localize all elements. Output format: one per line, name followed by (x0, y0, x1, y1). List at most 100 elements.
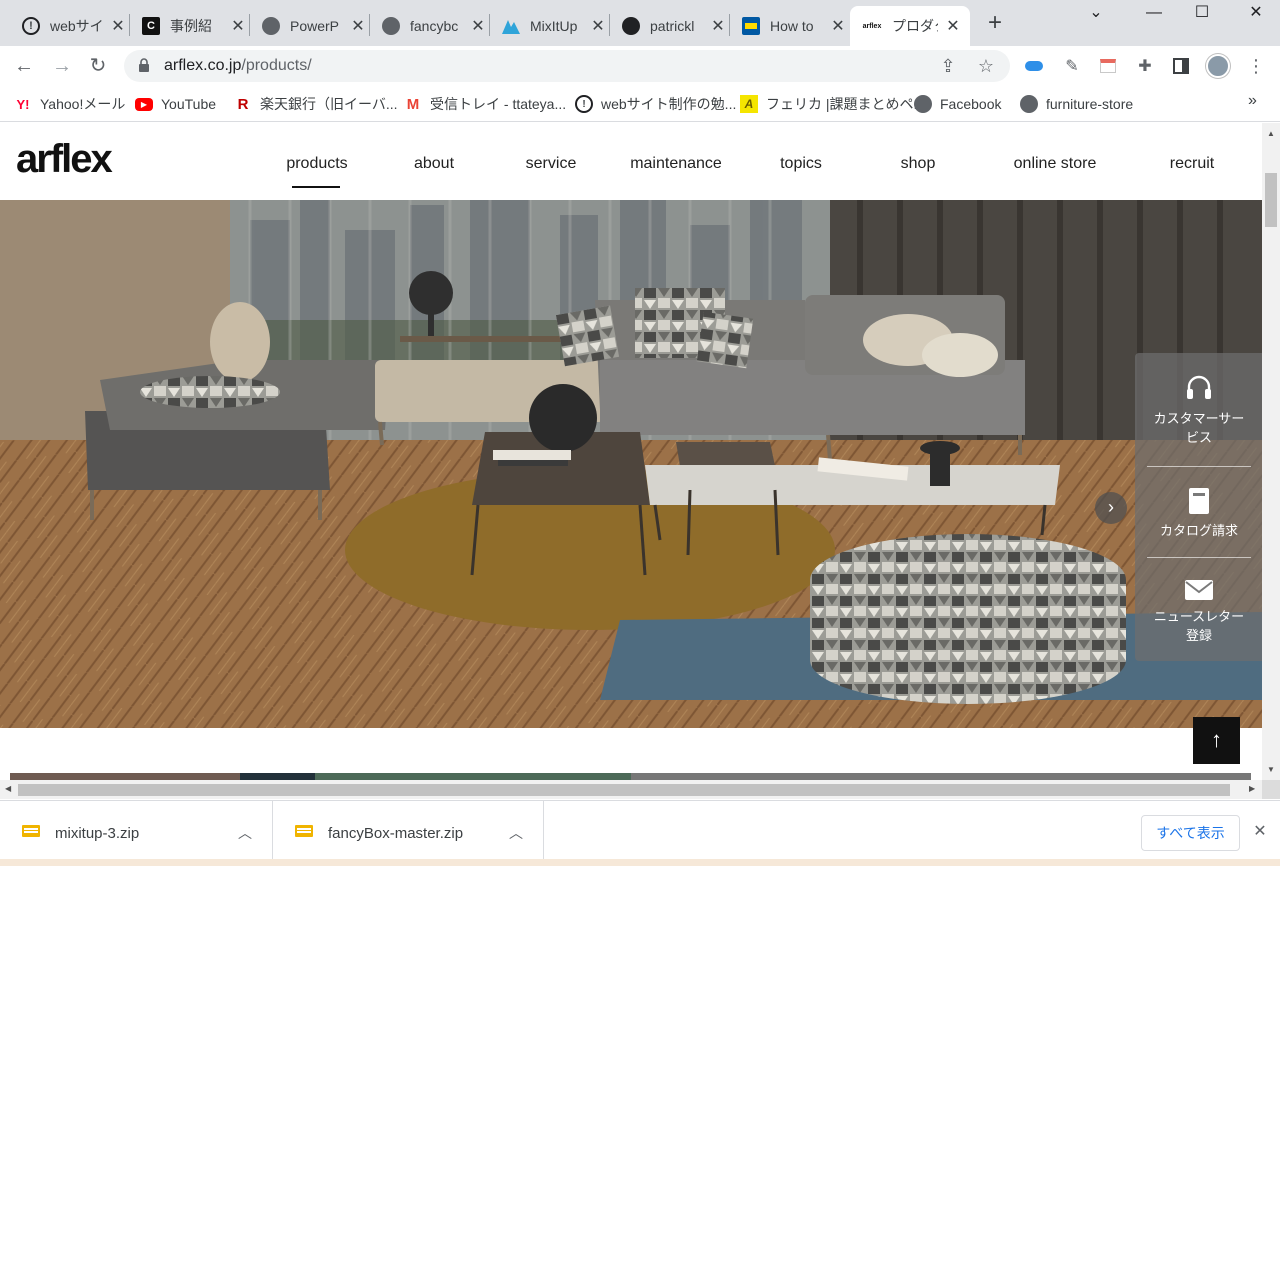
tab-ikea[interactable]: How to ✕ (730, 6, 856, 46)
gmail-icon: M (406, 95, 420, 113)
tab-products-active[interactable]: arflex プロダク ✕ (850, 6, 970, 46)
calendar-extension-icon[interactable] (1096, 54, 1120, 78)
tab-title: patrickl (650, 18, 695, 34)
download-item[interactable]: mixitup-3.zip ︿ (0, 801, 273, 859)
nav-shop[interactable]: shop (901, 155, 936, 173)
icloud-icon[interactable] (1022, 54, 1046, 78)
catalog-request-link[interactable]: カタログ請求 (1135, 487, 1263, 540)
bookmark-label: フェリカ |課題まとめペ... (766, 96, 926, 112)
bookmark-label: furniture-store (1046, 96, 1134, 112)
close-icon[interactable]: ✕ (590, 16, 606, 36)
address-bar[interactable]: arflex.co.jp/products/ ⇪ ☆ (124, 50, 1010, 82)
c-favicon: C (142, 17, 160, 35)
scroll-right-arrow-icon[interactable]: ▶ (1249, 784, 1255, 793)
web-favicon: ! (22, 17, 40, 35)
tab-case-study[interactable]: C 事例紹 ✕ (130, 6, 256, 46)
minimize-button[interactable]: — (1134, 0, 1174, 28)
nav-recruit[interactable]: recruit (1170, 155, 1214, 173)
horizontal-scrollbar[interactable]: ◀ ▶ (0, 780, 1262, 799)
nav-maintenance[interactable]: maintenance (630, 155, 722, 173)
bookmark-felica[interactable]: A フェリカ |課題まとめペ... (740, 94, 925, 114)
forward-button[interactable]: → (48, 52, 76, 80)
tab-web[interactable]: ! webサイ ✕ (10, 6, 136, 46)
bookmark-furniture-store[interactable]: furniture-store (1020, 94, 1133, 114)
bookmark-star-icon[interactable]: ☆ (976, 56, 996, 76)
vertical-scroll-thumb[interactable] (1265, 173, 1277, 227)
close-icon[interactable]: ✕ (830, 16, 846, 36)
bookmark-rakuten[interactable]: R 楽天銀行（旧イーバ... (234, 94, 398, 114)
floating-contact-panel: カスタマーサービス カタログ請求 ニュースレター登録 (1135, 353, 1263, 661)
bookmarks-overflow-button[interactable]: » (1248, 92, 1257, 110)
globe-icon (382, 17, 400, 35)
tab-search-icon[interactable]: ⌄ (1076, 0, 1116, 28)
tab-powerpoint[interactable]: PowerP ✕ (250, 6, 376, 46)
thumbnail-3[interactable] (315, 773, 631, 780)
profile-avatar[interactable] (1206, 54, 1230, 78)
youtube-icon: ▶ (135, 97, 153, 111)
bookmark-facebook[interactable]: Facebook (914, 94, 1001, 114)
globe-icon (262, 17, 280, 35)
scrollbar-corner (1262, 780, 1280, 799)
tab-github[interactable]: patrickl ✕ (610, 6, 736, 46)
horizontal-scroll-thumb[interactable] (18, 784, 1230, 796)
extensions-puzzle-icon[interactable]: ✚ (1133, 54, 1157, 78)
nav-products[interactable]: products (286, 155, 347, 173)
thumbnail-1[interactable] (10, 773, 240, 780)
newsletter-link[interactable]: ニュースレター登録 (1135, 579, 1263, 645)
nav-about[interactable]: about (414, 155, 454, 173)
tab-title: 事例紹 (170, 18, 212, 34)
show-all-downloads-button[interactable]: すべて表示 (1141, 815, 1240, 851)
close-icon[interactable]: ✕ (710, 16, 726, 36)
window-close-button[interactable]: ✕ (1236, 0, 1276, 28)
nav-online-store[interactable]: online store (1014, 155, 1097, 173)
scroll-left-arrow-icon[interactable]: ◀ (5, 784, 11, 793)
tab-mixitup[interactable]: MixItUp ✕ (490, 6, 616, 46)
close-icon[interactable]: ✕ (470, 16, 486, 36)
menu-kebab-icon[interactable]: ⋮ (1244, 54, 1268, 78)
bookmark-gmail[interactable]: M 受信トレイ - ttateya... (404, 94, 566, 114)
hero-slider-image (0, 200, 1262, 728)
customer-service-link[interactable]: カスタマーサービス (1135, 373, 1263, 447)
share-icon[interactable]: ⇪ (938, 56, 958, 76)
site-logo[interactable]: arflex (16, 137, 113, 182)
thumbnail-2[interactable] (240, 773, 315, 780)
vertical-scrollbar[interactable]: ▲ ▼ (1262, 123, 1280, 780)
back-button[interactable]: ← (10, 52, 38, 80)
tab-fancybox[interactable]: fancybc ✕ (370, 6, 496, 46)
reload-button[interactable]: ↻ (84, 52, 112, 80)
site-header: arflex products about service maintenanc… (0, 123, 1262, 200)
yahoo-icon: Y! (16, 96, 30, 112)
bookmark-youtube[interactable]: ▶ YouTube (135, 94, 216, 114)
tab-title: PowerP (290, 18, 340, 34)
bookmark-web-study[interactable]: ! webサイト制作の勉... (575, 94, 736, 114)
nav-topics[interactable]: topics (780, 155, 822, 173)
scroll-down-arrow-icon[interactable]: ▼ (1266, 765, 1276, 774)
new-tab-button[interactable]: + (982, 10, 1008, 36)
side-panel-icon[interactable] (1169, 54, 1193, 78)
chevron-up-icon[interactable]: ︿ (509, 823, 523, 843)
background-edge (0, 859, 1280, 866)
bookmark-yahoo-mail[interactable]: Y! Yahoo!メール (14, 94, 126, 114)
mail-envelope-icon (1185, 580, 1213, 600)
eyedropper-extension-icon[interactable]: ✎ (1060, 54, 1084, 78)
url-text[interactable]: arflex.co.jp/products/ (164, 57, 312, 75)
close-icon[interactable]: ✕ (350, 16, 366, 36)
lock-icon (139, 58, 149, 72)
url-domain: arflex.co.jp (164, 57, 242, 74)
chevron-up-icon[interactable]: ︿ (238, 823, 252, 843)
download-item[interactable]: fancyBox-master.zip ︿ (273, 801, 544, 859)
close-icon[interactable]: ✕ (110, 16, 126, 36)
maximize-button[interactable]: ☐ (1182, 0, 1222, 28)
tab-title: fancybc (410, 18, 459, 34)
close-icon[interactable]: ✕ (1251, 821, 1269, 841)
zip-file-icon (295, 825, 313, 837)
nav-service[interactable]: service (526, 155, 577, 173)
close-icon[interactable]: ✕ (946, 16, 960, 36)
tab-title: webサイ (50, 18, 102, 34)
catalog-request-label: カタログ請求 (1159, 523, 1238, 538)
back-to-top-button[interactable]: ↑ (1193, 717, 1240, 764)
ikea-favicon (742, 17, 760, 35)
slider-next-button[interactable]: › (1095, 492, 1127, 524)
scroll-up-arrow-icon[interactable]: ▲ (1266, 129, 1276, 138)
close-icon[interactable]: ✕ (230, 16, 246, 36)
